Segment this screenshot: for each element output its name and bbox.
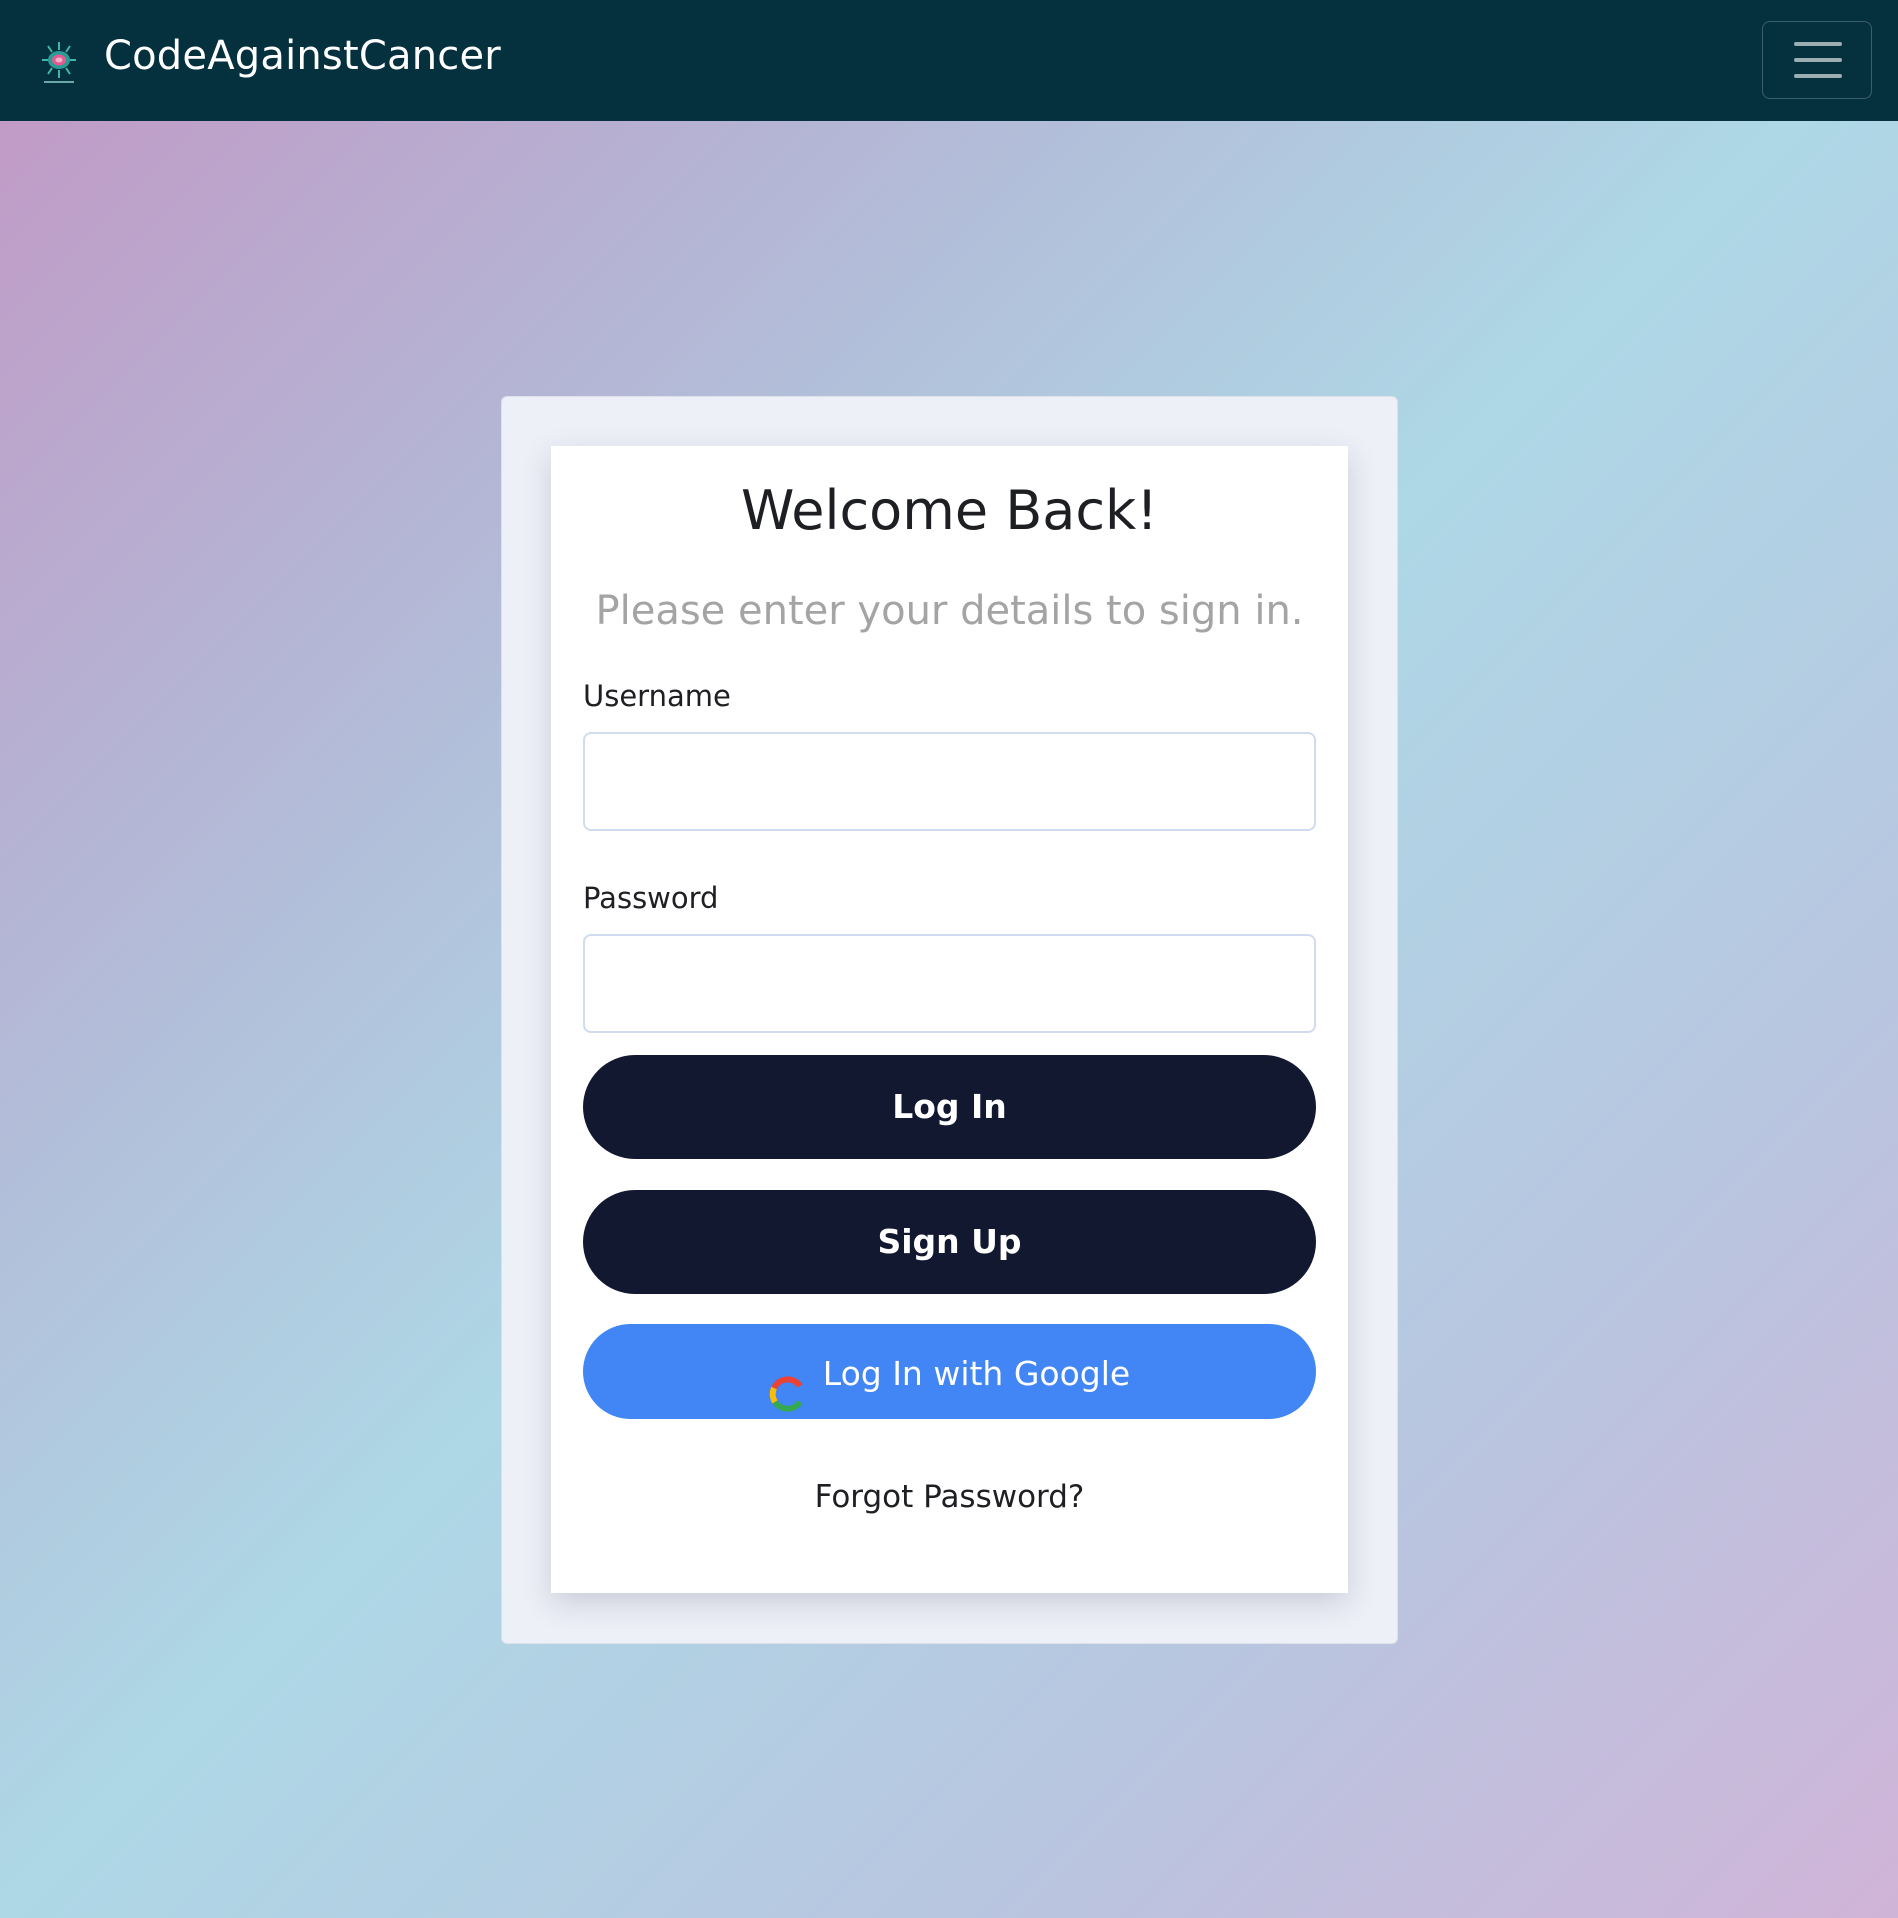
login-card: Welcome Back! Please enter your details … — [551, 446, 1348, 1593]
menu-bar-middle — [1794, 58, 1842, 62]
google-login-label: Log In with Google — [822, 1354, 1131, 1393]
page-title: Welcome Back! — [741, 479, 1158, 542]
hamburger-menu-icon[interactable] — [1762, 21, 1872, 99]
google-g-icon — [769, 1353, 805, 1412]
username-field[interactable] — [583, 732, 1316, 831]
page-subtitle: Please enter your details to sign in. — [595, 588, 1304, 634]
password-field[interactable] — [583, 934, 1316, 1033]
forgot-password-link[interactable]: Forgot Password? — [551, 1477, 1348, 1517]
bacteria-logo-icon[interactable] — [38, 38, 80, 84]
menu-bar-top — [1794, 42, 1842, 46]
username-label: Username — [583, 679, 731, 713]
brand-title[interactable]: CodeAgainstCancer — [104, 31, 501, 81]
menu-bar-bottom — [1794, 74, 1842, 78]
navbar: CodeAgainstCancer — [0, 0, 1898, 121]
password-label: Password — [583, 881, 719, 915]
login-button[interactable]: Log In — [583, 1055, 1316, 1159]
signup-button[interactable]: Sign Up — [583, 1190, 1316, 1294]
google-login-button[interactable]: Log In with Google — [583, 1324, 1316, 1419]
